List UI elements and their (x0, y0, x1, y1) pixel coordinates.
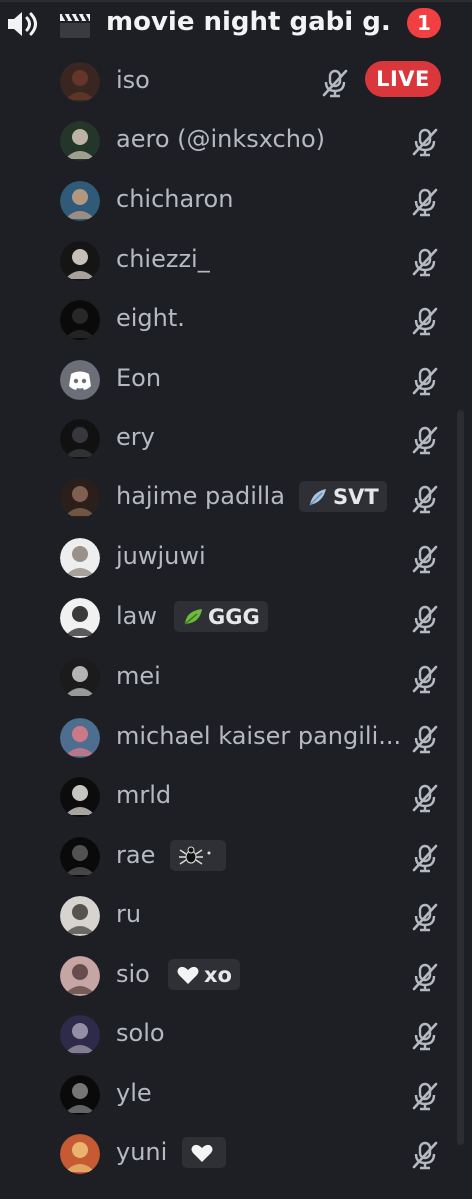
mic-muted-icon (412, 128, 438, 157)
voice-member-row[interactable]: solo (52, 1007, 452, 1063)
mic-muted-icon (412, 903, 438, 932)
voice-member-row[interactable]: juwjuwi (52, 530, 452, 586)
member-name: rae (116, 841, 156, 869)
server-tag-badge[interactable]: GGG (174, 601, 268, 632)
member-name: juwjuwi (116, 542, 206, 570)
voice-member-row[interactable]: mrld (52, 769, 452, 825)
member-name: aero (@inksxcho) (116, 125, 326, 153)
mic-muted-icon (412, 188, 438, 217)
mic-muted-icon (412, 307, 438, 336)
green-leaf-icon (184, 608, 202, 625)
voice-member-row[interactable]: eight. (52, 292, 452, 348)
mic-muted-icon (412, 426, 438, 455)
avatar[interactable] (60, 777, 100, 817)
voice-member-row[interactable]: hajime padilla SVT (52, 470, 452, 526)
mic-muted-icon (412, 1022, 438, 1051)
voice-member-row[interactable]: yuni (52, 1126, 452, 1182)
avatar[interactable] (60, 1015, 100, 1055)
voice-member-row[interactable]: aero (@inksxcho) (52, 113, 452, 169)
voice-member-row[interactable]: sio xo (52, 948, 452, 1004)
mic-muted-icon (412, 844, 438, 873)
mic-muted-icon (412, 725, 438, 754)
member-name: yle (116, 1079, 152, 1107)
white-heart-icon (177, 966, 199, 984)
member-name: ery (116, 423, 155, 451)
mic-muted-icon (412, 963, 438, 992)
voice-member-row[interactable]: ru (52, 888, 452, 944)
avatar[interactable] (60, 658, 100, 698)
avatar[interactable] (60, 956, 100, 996)
member-name: law (116, 602, 158, 630)
server-tag-label: SVT (333, 484, 379, 509)
member-name: chicharon (116, 185, 234, 213)
avatar[interactable] (60, 419, 100, 459)
blue-feather-icon (309, 488, 326, 506)
avatar[interactable] (60, 718, 100, 758)
avatar[interactable] (60, 1075, 100, 1115)
voice-channel-name: movie night gabi g... (106, 7, 391, 37)
server-tag-badge[interactable] (170, 840, 226, 871)
voice-member-row[interactable]: rae (52, 829, 452, 885)
avatar[interactable] (60, 300, 100, 340)
avatar[interactable] (60, 1134, 100, 1174)
server-tag-badge[interactable]: xo (168, 959, 240, 990)
avatar[interactable] (60, 241, 100, 281)
avatar[interactable] (60, 121, 100, 161)
avatar[interactable] (60, 538, 100, 578)
mic-muted-icon (412, 485, 438, 514)
mic-muted-icon (412, 665, 438, 694)
voice-member-row[interactable]: law GGG (52, 590, 452, 646)
server-tag-label: GGG (208, 604, 260, 629)
member-name: sio (116, 960, 150, 988)
avatar[interactable] (60, 478, 100, 518)
voice-member-row[interactable]: chicharon (52, 173, 452, 229)
voice-member-row[interactable]: iso LIVE (52, 54, 452, 110)
mic-muted-icon (412, 248, 438, 277)
mic-muted-icon (412, 605, 438, 634)
mic-muted-icon (412, 1082, 438, 1111)
member-name: mei (116, 662, 161, 690)
member-name: michael kaiser pangili... (116, 722, 402, 750)
member-name: ru (116, 900, 142, 928)
server-tag-badge[interactable]: SVT (299, 481, 387, 512)
clapperboard-icon (60, 13, 90, 38)
voice-member-row[interactable]: chiezzi_ (52, 233, 452, 289)
speaker-volume-icon (8, 12, 37, 36)
mic-muted-icon (412, 1141, 438, 1170)
mic-muted-icon (322, 69, 348, 98)
member-name: eight. (116, 304, 185, 332)
voice-member-row[interactable]: yle (52, 1067, 452, 1123)
live-badge[interactable]: LIVE (365, 61, 441, 97)
voice-channel-header[interactable]: movie night gabi g... 1 (0, 0, 472, 50)
member-name: hajime padilla (116, 482, 285, 510)
voice-member-row[interactable]: ery (52, 411, 452, 467)
avatar[interactable] (60, 896, 100, 936)
member-name: solo (116, 1019, 165, 1047)
avatar[interactable] (60, 837, 100, 877)
server-tag-label: xo (204, 962, 232, 987)
member-name: Eon (116, 364, 162, 392)
member-name: mrld (116, 781, 172, 809)
mention-count-badge: 1 (407, 8, 441, 38)
scrollbar[interactable] (457, 410, 464, 1145)
voice-member-row[interactable]: michael kaiser pangili... (52, 710, 452, 766)
avatar[interactable] (60, 181, 100, 221)
member-name: chiezzi_ (116, 245, 210, 273)
member-name: yuni (116, 1138, 168, 1166)
mic-muted-icon (412, 545, 438, 574)
member-name: iso (116, 66, 150, 94)
mic-muted-icon (412, 784, 438, 813)
voice-member-row[interactable]: Eon (52, 352, 452, 408)
avatar[interactable] (60, 598, 100, 638)
server-tag-badge[interactable] (182, 1137, 226, 1168)
mic-muted-icon (412, 367, 438, 396)
voice-member-row[interactable]: mei (52, 650, 452, 706)
white-heart-icon (191, 1144, 213, 1162)
spider-icon (179, 846, 211, 865)
avatar[interactable] (60, 62, 100, 102)
avatar[interactable] (60, 360, 100, 400)
